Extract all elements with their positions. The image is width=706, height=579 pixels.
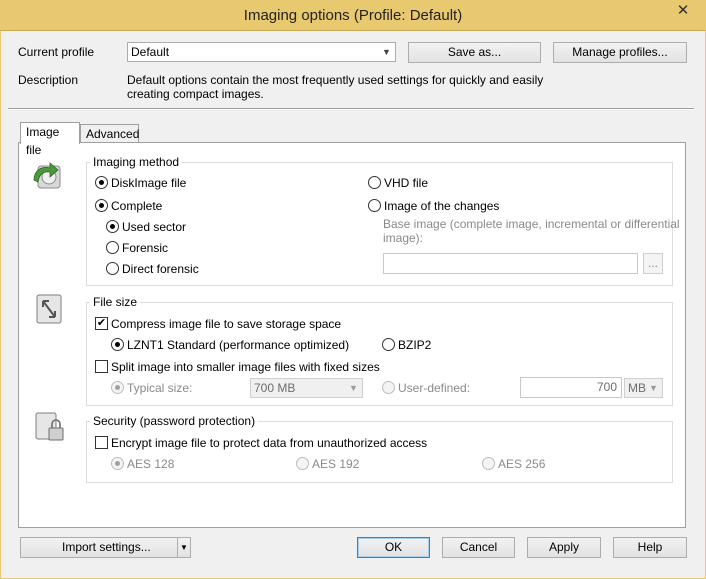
security-title: Security (password protection) [90,414,259,428]
changes-radio[interactable] [368,199,381,212]
bzip2-label[interactable]: BZIP2 [398,338,431,352]
user-defined-input[interactable]: 700 [520,377,622,398]
file-size-title: File size [90,295,141,309]
import-settings-button[interactable]: Import settings... ▼ [20,537,191,558]
browse-button[interactable]: ... [643,253,663,274]
base-image-input[interactable] [383,253,638,274]
forensic-radio[interactable] [106,241,119,254]
typical-size-radio[interactable] [111,381,124,394]
changes-label[interactable]: Image of the changes [384,199,499,213]
current-profile-label: Current profile [18,45,95,59]
base-image-label-2: image): [383,231,424,245]
security-group [86,421,673,483]
manage-profiles-button[interactable]: Manage profiles... [553,42,687,63]
tab-advanced[interactable]: Advanced [80,124,139,144]
lznt1-label[interactable]: LZNT1 Standard (performance optimized) [127,338,349,352]
tab-image-file[interactable]: Image file [20,122,80,157]
encrypt-checkbox[interactable] [95,436,108,449]
chevron-down-icon: ▼ [649,383,658,393]
typical-size-label[interactable]: Typical size: [127,381,192,395]
window-title: Imaging options (Profile: Default) [243,7,463,24]
diskimage-label[interactable]: DiskImage file [111,176,186,190]
aes256-radio[interactable] [482,457,495,470]
divider [8,108,694,110]
import-settings-label: Import settings... [62,540,151,554]
close-icon[interactable]: ✕ [660,0,706,22]
diskimage-radio[interactable] [95,176,108,189]
compress-checkbox[interactable]: ✔ [95,317,108,330]
cancel-button[interactable]: Cancel [442,537,515,558]
help-button[interactable]: Help [613,537,687,558]
chevron-down-icon[interactable]: ▼ [177,538,190,557]
direct-forensic-radio[interactable] [106,262,119,275]
used-sector-radio[interactable] [106,220,119,233]
file-size-icon [36,294,62,324]
typical-size-value: 700 MB [254,381,296,395]
lznt1-radio[interactable] [111,338,124,351]
ok-button[interactable]: OK [357,537,430,558]
aes192-radio[interactable] [296,457,309,470]
unit-select[interactable]: MB ▼ [624,378,663,398]
vhd-radio[interactable] [368,176,381,189]
description-line-2: creating compact images. [127,87,264,101]
base-image-label-1: Base image (complete image, incremental … [383,217,680,231]
direct-forensic-label[interactable]: Direct forensic [122,262,199,276]
profile-select-value: Default [131,45,170,59]
profile-select[interactable]: Default ▼ [127,42,396,62]
chevron-down-icon: ▼ [382,47,391,57]
split-checkbox[interactable] [95,360,108,373]
complete-radio[interactable] [95,199,108,212]
aes256-label[interactable]: AES 256 [498,457,545,471]
chevron-down-icon: ▼ [349,383,358,393]
security-icon [35,412,64,441]
unit-value: MB [628,381,646,395]
aes128-radio[interactable] [111,457,124,470]
complete-label[interactable]: Complete [111,199,162,213]
apply-button[interactable]: Apply [527,537,601,558]
forensic-label[interactable]: Forensic [122,241,168,255]
compress-label[interactable]: Compress image file to save storage spac… [111,317,341,331]
encrypt-label[interactable]: Encrypt image file to protect data from … [111,436,427,450]
user-defined-label[interactable]: User-defined: [398,381,470,395]
imaging-method-title: Imaging method [90,155,183,169]
user-defined-radio[interactable] [382,381,395,394]
description-line-1: Default options contain the most frequen… [127,73,544,87]
imaging-method-icon [33,162,61,189]
save-as-button[interactable]: Save as... [408,42,541,63]
used-sector-label[interactable]: Used sector [122,220,186,234]
aes128-label[interactable]: AES 128 [127,457,174,471]
aes192-label[interactable]: AES 192 [312,457,359,471]
bzip2-radio[interactable] [382,338,395,351]
split-label[interactable]: Split image into smaller image files wit… [111,360,380,374]
typical-size-select[interactable]: 700 MB ▼ [250,378,363,398]
vhd-label[interactable]: VHD file [384,176,428,190]
description-label: Description [18,73,79,87]
